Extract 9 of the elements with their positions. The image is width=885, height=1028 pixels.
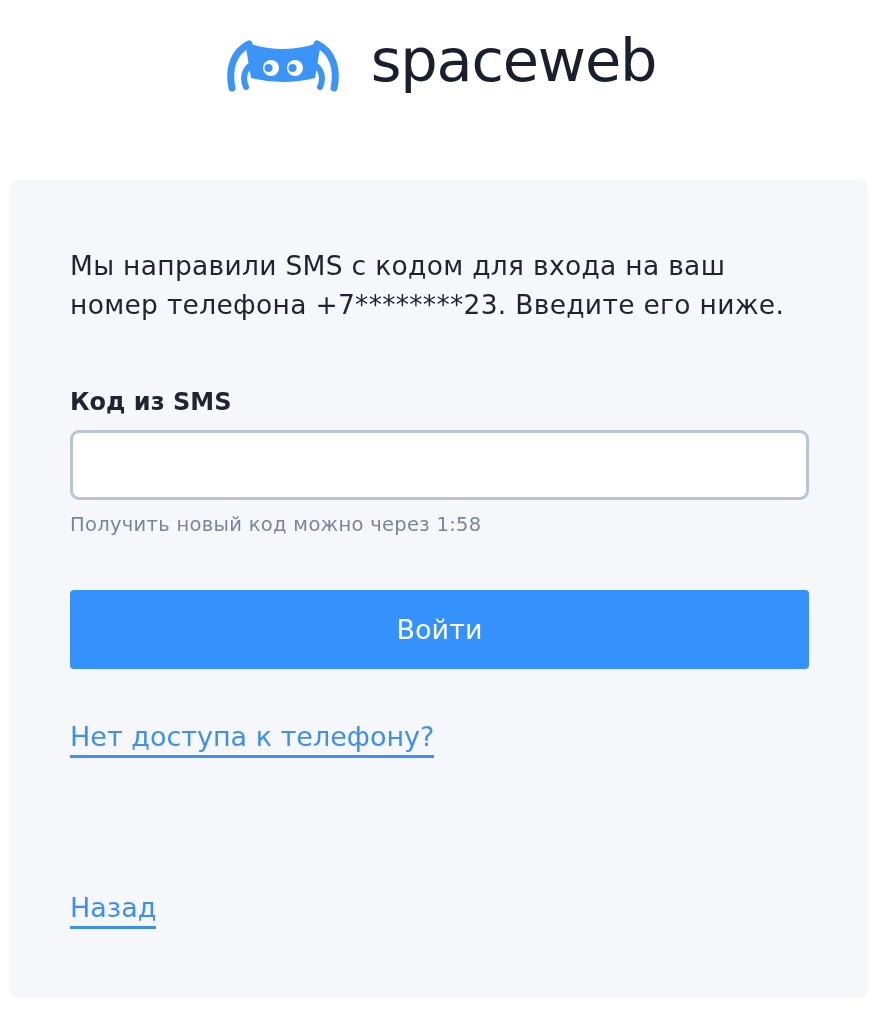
- input-field[interactable]: [70, 430, 809, 500]
- resend-hint: Получить новый код можно через 1:58: [70, 513, 482, 537]
- logo-text: spaceweb: [370, 33, 657, 97]
- sms-message: Мы направили SMS с кодом для входа на ваш номер телефона +7********23. Введите его ниже.: [70, 249, 786, 322]
- back-link[interactable]: Назад: [70, 891, 157, 929]
- no-phone-access-link[interactable]: Нет доступа к телефону?: [70, 720, 435, 758]
- field-label: Код из SMS: [70, 387, 232, 418]
- spider-icon: [224, 39, 341, 93]
- login-button[interactable]: Войти: [70, 590, 809, 669]
